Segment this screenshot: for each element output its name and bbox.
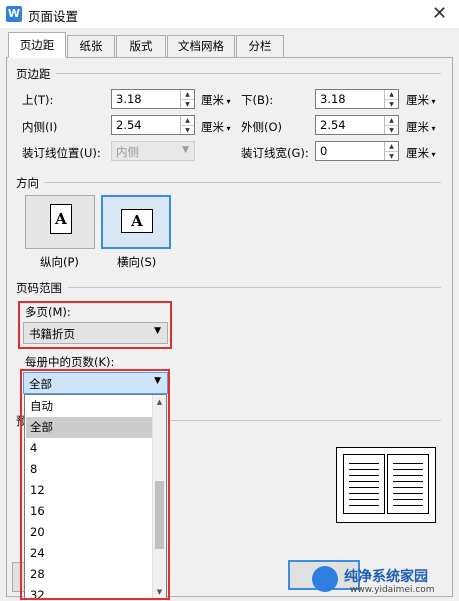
landscape-button[interactable]: A (101, 195, 171, 249)
tab-paper[interactable]: 纸张 (67, 35, 115, 57)
margins-section-title: 页边距 (16, 67, 51, 81)
close-icon[interactable]: ✕ (432, 3, 447, 24)
window-title: 页面设置 (28, 9, 79, 24)
bottom-margin-unit[interactable]: 厘米 ▾ (406, 92, 436, 108)
gutter-position-select: 内侧 ▼ (111, 141, 195, 161)
inside-margin-field[interactable]: 2.54 ▲ ▼ (111, 115, 195, 135)
landscape-page-icon: A (121, 209, 153, 233)
watermark-logo-icon (312, 566, 338, 592)
tab-layout[interactable]: 版式 (116, 35, 166, 57)
gutter-width-unit[interactable]: 厘米 ▾ (406, 145, 436, 161)
bottom-margin-field[interactable]: 3.18 ▲ ▼ (315, 89, 399, 109)
pages-per-booklet-highlight (20, 369, 170, 600)
portrait-button[interactable]: A (25, 195, 95, 249)
landscape-label: 横向(S) (117, 255, 157, 269)
outside-margin-field[interactable]: 2.54 ▲ ▼ (315, 115, 399, 135)
watermark-url: www.yidaimei.com (350, 585, 435, 595)
outside-margin-label: 外侧(O) (241, 120, 283, 134)
multiple-pages-select[interactable]: 书籍折页 ▼ (23, 322, 168, 344)
inside-margin-label: 内侧(I) (22, 120, 58, 134)
wps-writer-icon: W (6, 6, 22, 22)
tab-columns[interactable]: 分栏 (236, 35, 284, 57)
spin-buttons[interactable]: ▲ ▼ (384, 142, 398, 160)
spin-buttons[interactable]: ▲ ▼ (384, 116, 398, 134)
tab-divider (6, 57, 453, 58)
outside-margin-unit[interactable]: 厘米 ▾ (406, 119, 436, 135)
pages-section-title: 页码范围 (16, 281, 62, 295)
chevron-down-icon: ▼ (154, 326, 161, 336)
gutter-width-label: 装订线宽(G): (241, 146, 309, 160)
section-divider (56, 73, 441, 74)
top-margin-unit[interactable]: 厘米 ▾ (201, 92, 231, 108)
section-divider (168, 420, 441, 421)
pages-per-booklet-label: 每册中的页数(K): (25, 355, 115, 369)
section-divider (68, 287, 441, 288)
portrait-label: 纵向(P) (40, 255, 79, 269)
gutter-width-field[interactable]: 0 ▲ ▼ (315, 141, 399, 161)
spin-buttons[interactable]: ▲ ▼ (180, 116, 194, 134)
section-divider (44, 182, 441, 183)
top-margin-label: 上(T): (22, 93, 54, 107)
multiple-pages-label: 多页(M): (25, 305, 71, 319)
booklet-preview (336, 447, 436, 523)
spin-buttons[interactable]: ▲ ▼ (180, 90, 194, 108)
bottom-margin-label: 下(B): (241, 93, 274, 107)
top-margin-field[interactable]: 3.18 ▲ ▼ (111, 89, 195, 109)
watermark-text: 纯净系统家园 (344, 569, 428, 585)
preview-page-right (387, 454, 429, 514)
gutter-position-label: 装订线位置(U): (22, 146, 101, 160)
tab-document-grid[interactable]: 文档网格 (167, 35, 235, 57)
spin-buttons[interactable]: ▲ ▼ (384, 90, 398, 108)
portrait-page-icon: A (50, 204, 72, 234)
tab-margins[interactable]: 页边距 (8, 32, 66, 58)
orientation-section-title: 方向 (16, 176, 39, 190)
inside-margin-unit[interactable]: 厘米 ▾ (201, 119, 231, 135)
preview-page-left (343, 454, 385, 514)
